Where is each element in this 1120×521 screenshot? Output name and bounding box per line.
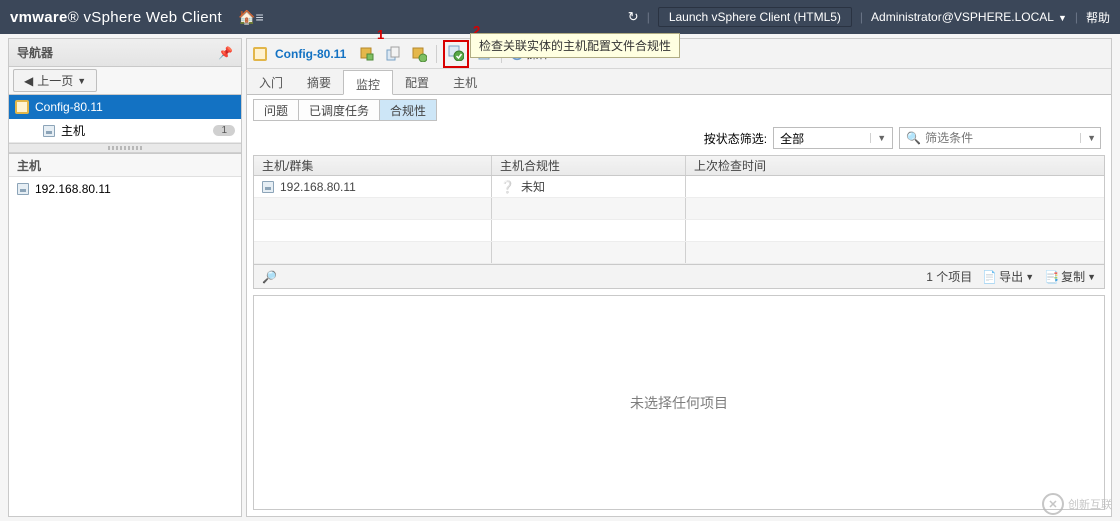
refresh-icon[interactable]: ↻: [628, 9, 639, 25]
filter-label: 按状态筛选:: [704, 130, 767, 147]
host-profile-icon: [253, 47, 267, 61]
empty-message: 未选择任何项目: [630, 393, 728, 413]
user-menu[interactable]: Administrator@VSPHERE.LOCAL▼: [871, 10, 1067, 24]
col-host-cluster[interactable]: 主机/群集: [254, 156, 492, 175]
copy-button[interactable]: 📑复制▼: [1044, 268, 1096, 285]
tab-getting-started[interactable]: 入门: [247, 69, 295, 94]
grid-row[interactable]: 192.168.80.11 ❔未知: [254, 176, 1104, 198]
grid-row: [254, 198, 1104, 220]
splitter-handle[interactable]: [9, 143, 241, 153]
host-profile-icon: [15, 100, 29, 114]
unknown-icon: ❔: [500, 180, 515, 194]
col-host-compliance[interactable]: 主机合规性: [492, 156, 686, 175]
launch-html5-button[interactable]: Launch vSphere Client (HTML5): [658, 7, 852, 27]
item-count: 1 个项目: [926, 268, 972, 285]
export-button[interactable]: 📄导出▼: [982, 268, 1034, 285]
history-back-button[interactable]: ◀上一页▼: [13, 69, 97, 92]
grid-filter-input[interactable]: 🔍 ▼: [899, 127, 1101, 149]
watermark: ✕创新互联: [1042, 493, 1112, 515]
status-filter-select[interactable]: 全部▼: [773, 127, 893, 149]
grid-row: [254, 242, 1104, 264]
compliance-grid: 主机/群集 主机合规性 上次检查时间 192.168.80.11 ❔未知 🔎 1…: [253, 155, 1105, 289]
search-icon: 🔍: [906, 131, 921, 145]
subtab-compliance[interactable]: 合规性: [379, 99, 437, 121]
check-compliance-icon[interactable]: [447, 44, 465, 62]
find-icon[interactable]: 🔎: [262, 270, 277, 284]
detail-pane: 未选择任何项目: [253, 295, 1105, 510]
hosts-section-header: 主机: [9, 153, 241, 177]
sub-tabbar: 问题 已调度任务 合规性: [247, 95, 1111, 121]
filter-dropdown-icon[interactable]: ▼: [1080, 133, 1096, 143]
host-icon: [43, 125, 55, 137]
tree-item-profile[interactable]: Config-80.11: [9, 95, 241, 119]
tab-monitor[interactable]: 监控: [343, 70, 393, 95]
tab-hosts[interactable]: 主机: [441, 69, 489, 94]
pin-icon[interactable]: 📌: [218, 46, 233, 60]
navigator-panel: 导航器 📌 ◀上一页▼ Config-80.11 主机 1 主机 192.168…: [8, 38, 242, 517]
filter-field[interactable]: [925, 131, 1080, 145]
subtab-scheduled-tasks[interactable]: 已调度任务: [298, 99, 380, 121]
tab-summary[interactable]: 摘要: [295, 69, 343, 94]
tree-item-hosts[interactable]: 主机 1: [9, 119, 241, 143]
host-list-item[interactable]: 192.168.80.11: [9, 177, 241, 201]
tab-configure[interactable]: 配置: [393, 69, 441, 94]
toolbar-action-1-icon[interactable]: [358, 45, 376, 63]
host-icon: [17, 183, 29, 195]
navigator-header: 导航器 📌: [9, 39, 241, 67]
product-logo: vmware® vSphere Web Client: [10, 9, 222, 26]
grid-header: 主机/群集 主机合规性 上次检查时间: [254, 156, 1104, 176]
col-last-checked[interactable]: 上次检查时间: [686, 156, 1104, 175]
tooltip: 检查关联实体的主机配置文件合规性: [470, 33, 680, 58]
subtab-issues[interactable]: 问题: [253, 99, 299, 121]
object-title: Config-80.11: [275, 47, 346, 61]
host-icon: [262, 181, 274, 193]
grid-footer: 🔎 1 个项目 📄导出▼ 📑复制▼: [254, 264, 1104, 288]
toolbar-action-2-icon[interactable]: [384, 45, 402, 63]
grid-row: [254, 220, 1104, 242]
main-panel: Config-80.11 操作▼ 2 入门 摘要 监控 配置 主机 1 检查关联…: [246, 38, 1112, 517]
count-badge: 1: [213, 125, 235, 136]
home-icon[interactable]: 🏠≡: [238, 9, 264, 26]
help-link[interactable]: 帮助: [1086, 9, 1110, 26]
main-tabbar: 入门 摘要 监控 配置 主机 1 检查关联实体的主机配置文件合规性: [247, 69, 1111, 95]
toolbar-action-3-icon[interactable]: [410, 45, 428, 63]
